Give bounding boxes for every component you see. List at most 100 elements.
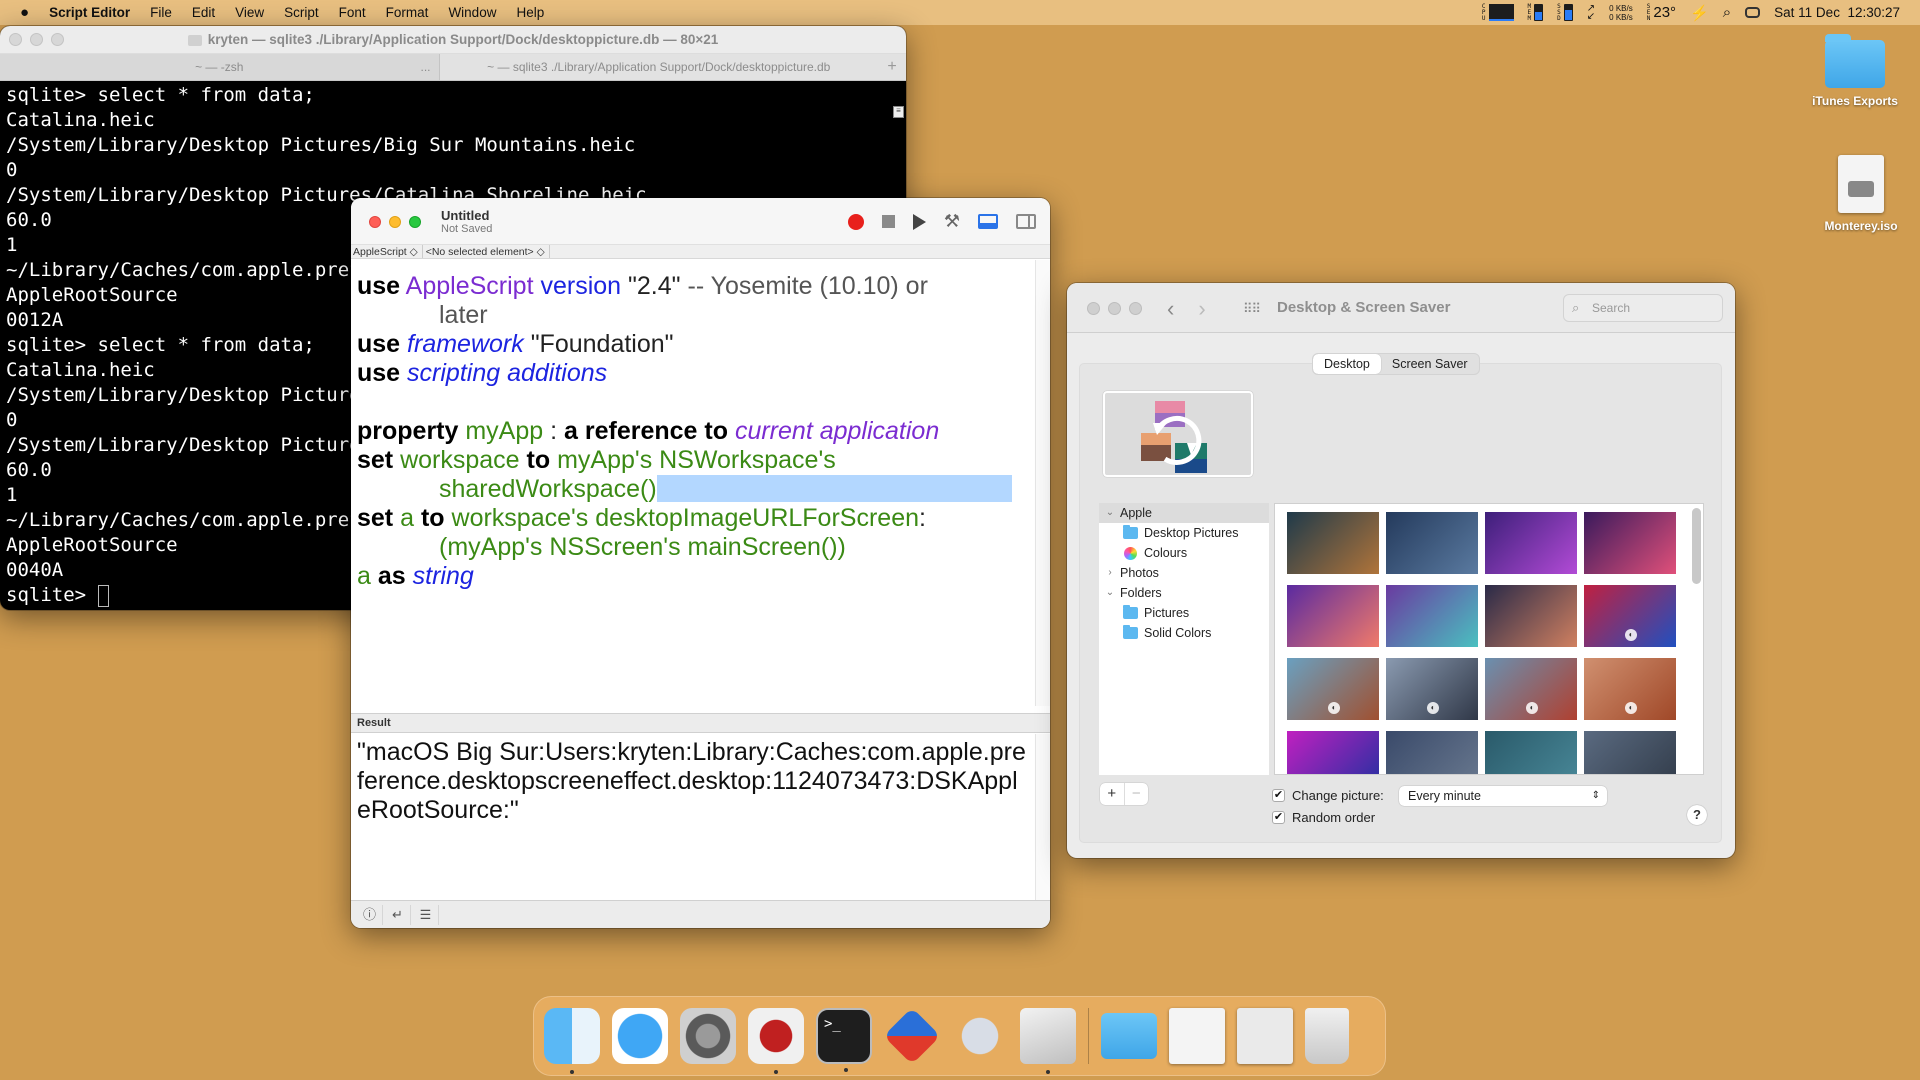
memory-monitor[interactable]: MEM <box>1528 3 1544 22</box>
remove-folder-button[interactable]: − <box>1123 783 1149 805</box>
dock-debugger[interactable] <box>748 1008 804 1074</box>
show-log-button[interactable] <box>978 214 998 229</box>
source-list-item-solid-colors[interactable]: Solid Colors <box>1099 623 1269 643</box>
wallpaper-thumbnail[interactable] <box>1386 585 1478 647</box>
control-center-icon[interactable] <box>1745 7 1761 18</box>
menu-help[interactable]: Help <box>506 0 554 25</box>
stop-button[interactable] <box>881 215 895 228</box>
forward-chevron-icon[interactable]: › <box>1198 296 1205 322</box>
wallpaper-thumbnail[interactable] <box>1287 585 1379 647</box>
script-editor-titlebar[interactable]: Untitled Not Saved ⚒ <box>351 198 1050 245</box>
source-list-item-pictures[interactable]: Pictures <box>1099 603 1269 623</box>
result-scrollbar[interactable] <box>1035 734 1050 900</box>
wallpaper-thumbnail[interactable] <box>1485 585 1577 647</box>
menu-view[interactable]: View <box>225 0 274 25</box>
checkbox-box[interactable]: ✔ <box>1272 811 1285 824</box>
disclosure-expanded-icon[interactable]: ⌄ <box>1103 583 1117 603</box>
help-button[interactable]: ? <box>1687 805 1707 825</box>
wallpaper-thumbnail[interactable]: ◐ <box>1584 585 1676 647</box>
dock-script-editor[interactable] <box>1020 1008 1076 1074</box>
dock-parallels[interactable] <box>883 1007 941 1065</box>
clock[interactable]: Sat 11 Dec 12:30:27 <box>1774 5 1900 20</box>
wallpaper-thumbnail[interactable] <box>1485 731 1577 774</box>
tab-sqlite3[interactable]: ~ — sqlite3 ./Library/Application Suppor… <box>440 54 879 80</box>
element-popup[interactable]: <No selected element> ◇ <box>426 245 550 258</box>
zoom-button[interactable] <box>1129 302 1142 315</box>
wallpaper-thumbnail[interactable] <box>1287 512 1379 574</box>
show-all-grid-icon[interactable]: ⠿⠿ <box>1243 301 1261 317</box>
terminal-scroll-indicator[interactable]: ≡ <box>893 106 904 118</box>
zoom-button[interactable] <box>51 33 64 46</box>
wallpaper-grid-scrollbar[interactable] <box>1692 508 1701 584</box>
search-field[interactable]: ⌕ Search <box>1563 294 1723 322</box>
minimize-button[interactable] <box>389 216 401 228</box>
source-list-item-folders[interactable]: ⌄ Folders <box>1099 583 1269 603</box>
menu-edit[interactable]: Edit <box>182 0 225 25</box>
wallpaper-thumbnail[interactable]: ◐ <box>1584 658 1676 720</box>
dock-recent-stack[interactable] <box>1237 1008 1293 1064</box>
disclosure-collapsed-icon[interactable]: › <box>1103 563 1117 583</box>
return-icon[interactable]: ↵ <box>385 904 411 925</box>
menu-font[interactable]: Font <box>329 0 376 25</box>
show-sidebar-button[interactable] <box>1016 214 1036 229</box>
wallpaper-thumbnail[interactable] <box>1584 512 1676 574</box>
tab-zsh[interactable]: ~ — -zsh... <box>0 54 440 80</box>
minimize-button[interactable] <box>30 33 43 46</box>
dock-finder[interactable] <box>544 1008 600 1074</box>
dock-documents-stack[interactable] <box>1169 1008 1225 1064</box>
terminal-titlebar[interactable]: kryten — sqlite3 ./Library/Application S… <box>0 26 906 54</box>
editor-scrollbar[interactable] <box>1035 260 1050 706</box>
tab-overflow-indicator[interactable]: ... <box>420 54 430 80</box>
wallpaper-thumbnail[interactable] <box>1386 731 1478 774</box>
new-tab-button[interactable]: + <box>878 54 906 80</box>
source-list-item-apple[interactable]: ⌄ Apple <box>1099 503 1269 523</box>
source-list-item-colours[interactable]: Colours <box>1099 543 1269 563</box>
change-picture-checkbox[interactable]: ✔ Change picture: <box>1272 788 1384 803</box>
apple-menu-icon[interactable]: ● <box>0 0 39 25</box>
wallpaper-thumbnail[interactable]: ◐ <box>1485 658 1577 720</box>
source-list-item-desktop-pictures[interactable]: Desktop Pictures <box>1099 523 1269 543</box>
sensor-monitor[interactable]: SEN 23° <box>1647 3 1676 22</box>
menu-file[interactable]: File <box>140 0 182 25</box>
spotlight-search-icon[interactable]: ⌕ <box>1723 4 1731 21</box>
zoom-button[interactable] <box>409 216 421 228</box>
menu-window[interactable]: Window <box>438 0 506 25</box>
wallpaper-thumbnail[interactable] <box>1485 512 1577 574</box>
source-list-item-photos[interactable]: › Photos <box>1099 563 1269 583</box>
wallpaper-thumbnail[interactable] <box>1386 512 1478 574</box>
menu-script[interactable]: Script <box>274 0 329 25</box>
back-chevron-icon[interactable]: ‹ <box>1167 296 1174 322</box>
power-icon[interactable]: ⚡ <box>1690 4 1709 22</box>
dock-automator[interactable] <box>952 1008 1008 1064</box>
dock-downloads-stack[interactable] <box>1101 1013 1157 1059</box>
wallpaper-thumbnail[interactable]: ◐ <box>1386 658 1478 720</box>
dock-trash[interactable] <box>1305 1008 1349 1064</box>
wallpaper-thumbnail[interactable] <box>1584 731 1676 774</box>
change-interval-popup[interactable]: Every minute ⇕ <box>1399 786 1607 806</box>
wallpaper-thumbnail[interactable]: ◐ <box>1287 658 1379 720</box>
dock-terminal[interactable]: >_ <box>816 1008 872 1072</box>
menu-format[interactable]: Format <box>376 0 439 25</box>
close-button[interactable] <box>9 33 22 46</box>
tab-desktop[interactable]: Desktop <box>1313 354 1381 374</box>
dock-system-preferences[interactable] <box>680 1008 736 1064</box>
tab-screen-saver[interactable]: Screen Saver <box>1381 354 1479 374</box>
dock-safari[interactable] <box>612 1008 668 1064</box>
wallpaper-thumbnail[interactable] <box>1287 731 1379 774</box>
ssd-monitor[interactable]: SSD <box>1557 3 1573 22</box>
run-button[interactable] <box>912 213 926 230</box>
record-button[interactable] <box>847 213 864 230</box>
close-button[interactable] <box>369 216 381 228</box>
checkbox-box[interactable]: ✔ <box>1272 789 1285 802</box>
language-popup[interactable]: AppleScript ◇ <box>353 245 423 258</box>
desktop-icon-itunes-exports[interactable]: iTunes Exports <box>1800 34 1910 108</box>
desktop-icon-monterey-iso[interactable]: Monterey.iso <box>1806 155 1916 233</box>
compile-hammer-icon[interactable]: ⚒ <box>944 211 960 232</box>
prefs-titlebar[interactable]: ‹ › ⠿⠿ Desktop & Screen Saver ⌕ Search <box>1067 283 1735 333</box>
cpu-monitor[interactable]: CPU <box>1482 3 1514 22</box>
info-icon[interactable]: ⓘ <box>357 904 383 925</box>
script-code-editor[interactable]: use AppleScript version "2.4" -- Yosemit… <box>357 272 1030 591</box>
random-order-checkbox[interactable]: ✔ Random order <box>1272 810 1375 825</box>
network-speed[interactable]: 0 KB/s 0 KB/s <box>1609 4 1633 22</box>
disclosure-expanded-icon[interactable]: ⌄ <box>1103 503 1117 523</box>
